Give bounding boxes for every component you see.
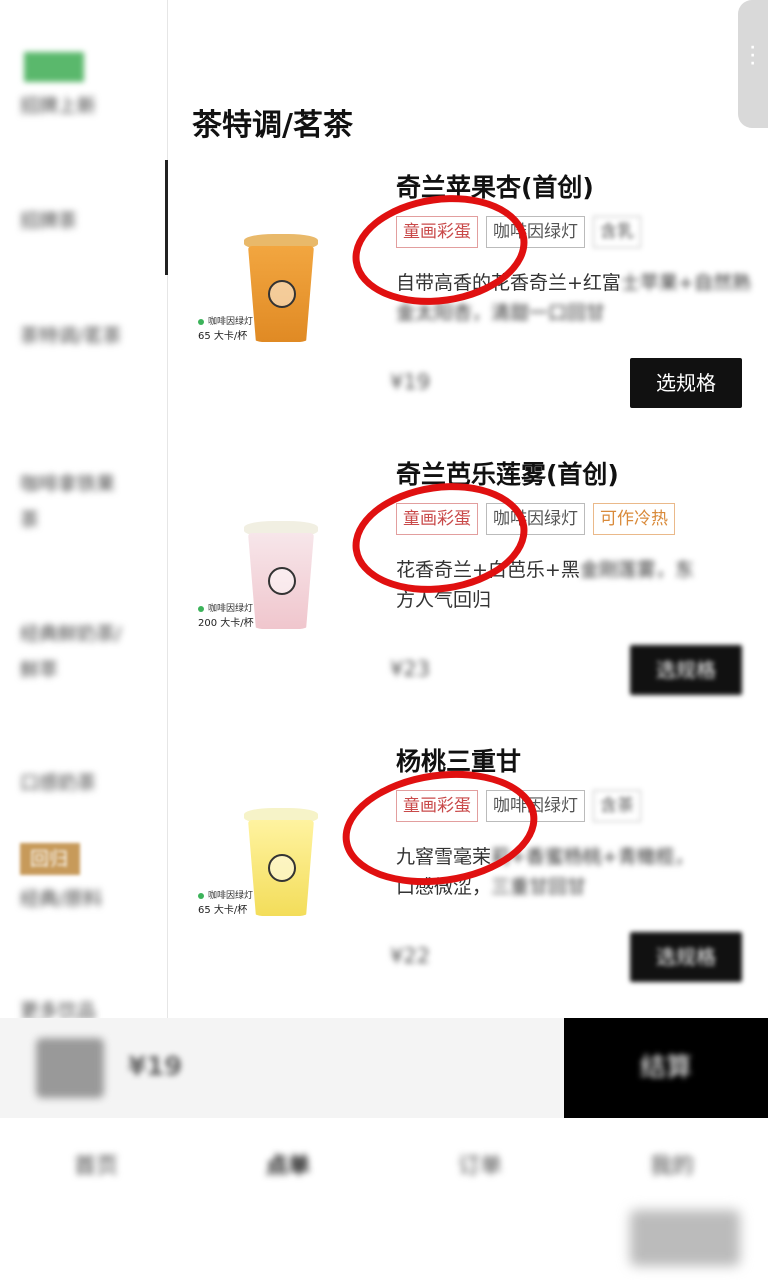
- green-dot-icon: [198, 605, 204, 612]
- cart-total: ¥19: [128, 1052, 183, 1082]
- brand-logo-icon: [268, 567, 296, 595]
- sidebar-item-classic[interactable]: 经典/原料: [20, 881, 140, 917]
- cart-bar: ¥19 结算: [0, 1018, 768, 1118]
- category-sidebar: 招牌上新 招牌茶 茶特调/茗茶 咖啡拿铁果茶 经典鲜奶茶/鲜萃 口感奶茶 回归 …: [0, 0, 168, 1022]
- sidebar-item-new[interactable]: 招牌上新: [20, 88, 140, 124]
- sidebar-item-texture[interactable]: 口感奶茶: [20, 765, 140, 801]
- green-dot-icon: [198, 892, 204, 899]
- sidebar-item-milk-tea[interactable]: 经典鲜奶茶/鲜萃: [20, 616, 140, 688]
- bottom-navigation: 首页 点单 订单 我的: [0, 1118, 768, 1280]
- product-price: ¥19: [390, 370, 431, 394]
- nav-profile[interactable]: 我的: [612, 1148, 732, 1180]
- tag-hot-cold: 可作冷热: [593, 503, 675, 535]
- green-dot-icon: [198, 318, 204, 325]
- floating-menu-handle[interactable]: · · ·: [738, 0, 768, 128]
- new-badge: [24, 52, 84, 82]
- tag-dairy: 含乳: [593, 216, 641, 248]
- nav-orders[interactable]: 订单: [420, 1148, 540, 1180]
- shopping-bag-icon[interactable]: [36, 1038, 104, 1098]
- select-spec-button[interactable]: 选规格: [630, 645, 742, 695]
- sidebar-item-signature[interactable]: 招牌茶: [20, 203, 140, 239]
- calorie-info: 咖啡因绿灯 65 大卡/杯: [198, 891, 254, 916]
- sidebar-item-tea-special[interactable]: 茶特调/茗茶: [20, 318, 130, 354]
- select-spec-button[interactable]: 选规格: [630, 358, 742, 408]
- brand-logo-icon: [268, 854, 296, 882]
- section-title: 茶特调/茗茶: [192, 108, 353, 143]
- tag-contains: 含茶: [593, 790, 641, 822]
- calorie-info: 咖啡因绿灯 200 大卡/杯: [198, 604, 254, 629]
- more-dots-icon: · · ·: [750, 40, 756, 72]
- floating-button[interactable]: [630, 1210, 740, 1266]
- sidebar-item-coffee[interactable]: 咖啡拿铁果茶: [20, 466, 130, 538]
- nav-order[interactable]: 点单: [228, 1148, 348, 1180]
- brand-logo-icon: [268, 280, 296, 308]
- checkout-button[interactable]: 结算: [564, 1018, 768, 1118]
- product-price: ¥23: [390, 657, 431, 681]
- calorie-info: 咖啡因绿灯 65 大卡/杯: [198, 317, 254, 342]
- select-spec-button[interactable]: 选规格: [630, 932, 742, 982]
- return-badge: 回归: [20, 843, 80, 875]
- product-price: ¥22: [390, 944, 431, 968]
- nav-home[interactable]: 首页: [36, 1148, 156, 1180]
